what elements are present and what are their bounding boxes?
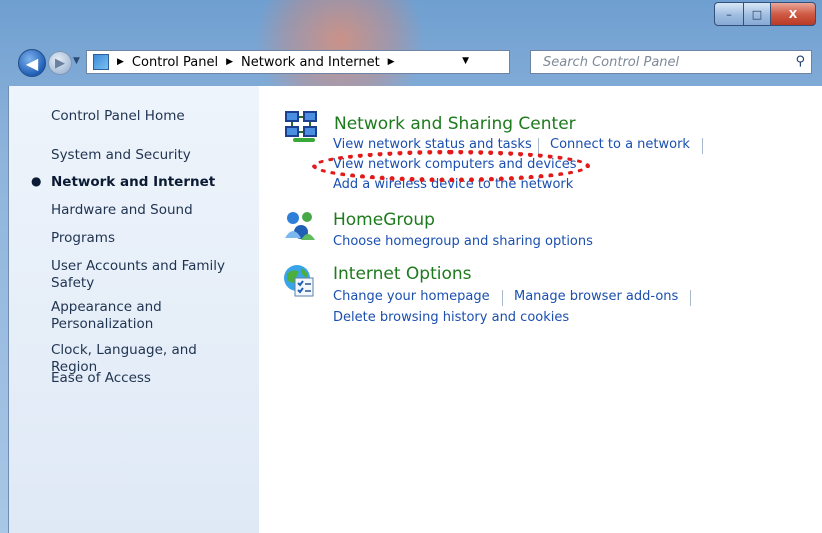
sidebar-item-hardware-and-sound[interactable]: Hardware and Sound: [51, 202, 241, 219]
address-bar[interactable]: ▶ Control Panel ▶ Network and Internet ▶…: [86, 50, 601, 74]
forward-arrow-icon[interactable]: ▶: [48, 51, 72, 75]
sidebar-item-programs[interactable]: Programs: [51, 230, 241, 247]
delete-browsing-history-link[interactable]: Delete browsing history and cookies: [333, 310, 569, 325]
link-separator: [690, 290, 691, 306]
sidebar: Control Panel Home System and Security ●…: [9, 86, 259, 533]
homegroup-icon[interactable]: [281, 208, 317, 244]
search-input[interactable]: [541, 53, 785, 71]
close-button[interactable]: X: [770, 2, 816, 26]
breadcrumb-chevron-icon[interactable]: ▶: [117, 57, 124, 67]
link-separator: [702, 138, 703, 154]
network-sharing-center-title[interactable]: Network and Sharing Center: [334, 114, 576, 134]
annotation-dotted-ring: [312, 150, 590, 182]
connect-to-network-link[interactable]: Connect to a network: [550, 137, 690, 152]
sidebar-item-control-panel-home[interactable]: Control Panel Home: [51, 108, 241, 125]
sidebar-item-network-and-internet[interactable]: Network and Internet: [51, 174, 241, 191]
active-bullet-icon: ●: [31, 174, 42, 188]
sidebar-item-system-and-security[interactable]: System and Security: [51, 147, 241, 164]
internet-options-icon[interactable]: [281, 262, 317, 298]
breadcrumb-chevron-icon[interactable]: ▶: [226, 57, 233, 67]
sidebar-item-appearance[interactable]: Appearance and Personalization: [51, 299, 241, 333]
minimize-button[interactable]: –: [714, 2, 744, 26]
recent-pages-chevron-icon[interactable]: ▼: [73, 56, 80, 66]
breadcrumb-network-and-internet[interactable]: Network and Internet: [241, 55, 380, 70]
breadcrumb-chevron-icon[interactable]: ▶: [388, 57, 395, 67]
caption-buttons: – □ X: [714, 2, 816, 26]
network-sharing-icon[interactable]: [283, 108, 319, 144]
navigation-bar: ◀ ▶ ▼ ▶ Control Panel ▶ Network and Inte…: [0, 46, 822, 80]
manage-browser-addons-link[interactable]: Manage browser add-ons: [514, 289, 678, 304]
link-separator: [502, 290, 503, 306]
title-bar: – □ X: [0, 0, 822, 42]
address-dropdown-icon[interactable]: ▼: [462, 56, 469, 66]
breadcrumb-control-panel[interactable]: Control Panel: [132, 55, 218, 70]
search-icon[interactable]: ⚲: [795, 54, 805, 69]
choose-homegroup-link[interactable]: Choose homegroup and sharing options: [333, 234, 593, 249]
homegroup-title[interactable]: HomeGroup: [333, 210, 435, 230]
sidebar-item-ease-of-access[interactable]: Ease of Access: [51, 370, 241, 387]
internet-options-title[interactable]: Internet Options: [333, 264, 472, 284]
link-separator: [538, 138, 539, 154]
control-panel-window: – □ X ◀ ▶ ▼ ▶ Control Panel ▶ Network an…: [0, 0, 822, 533]
search-box[interactable]: ⚲: [530, 50, 812, 74]
sidebar-item-user-accounts[interactable]: User Accounts and Family Safety: [51, 258, 241, 292]
back-arrow-icon[interactable]: ◀: [18, 49, 46, 77]
control-panel-icon: [93, 54, 109, 70]
change-homepage-link[interactable]: Change your homepage: [333, 289, 490, 304]
maximize-button[interactable]: □: [744, 2, 770, 26]
